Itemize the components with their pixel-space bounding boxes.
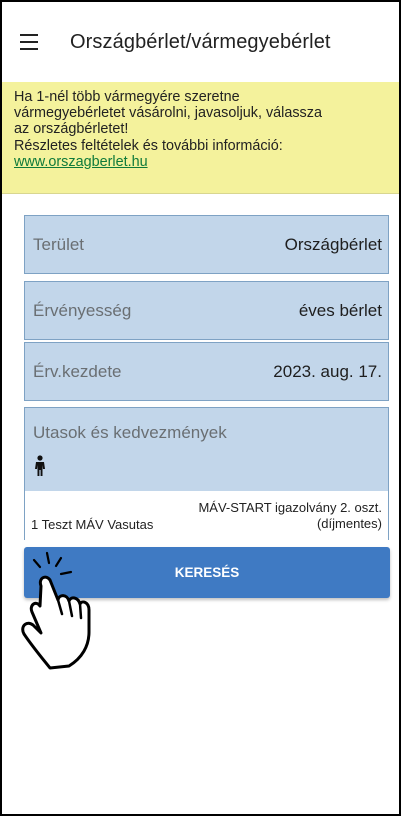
discount-line-1: MÁV-START igazolvány 2. oszt. <box>198 499 382 515</box>
validity-field[interactable]: Érvényesség éves bérlet <box>24 281 389 340</box>
tap-hand-icon <box>21 551 91 670</box>
discount-line-2: (díjmentes) <box>316 515 382 531</box>
passenger-name: 1 Teszt MÁV Vasutas <box>31 517 154 532</box>
validity-value: éves bérlet <box>298 300 382 320</box>
area-label: Terület <box>33 234 85 254</box>
orszagberlet-link[interactable]: www.orszagberlet.hu <box>14 154 148 170</box>
start-date-value: 2023. aug. 17. <box>273 361 382 381</box>
area-value: Országbérlet <box>284 234 382 254</box>
passenger-discount: MÁV-START igazolvány 2. oszt. (díjmentes… <box>198 500 382 532</box>
notice-line-2: vármegyebérletet vásárolni, javasoljuk, … <box>14 105 322 122</box>
person-icon <box>35 455 45 476</box>
page-title: Országbérlet/vármegyebérlet <box>70 30 331 53</box>
notice-line-1: Ha 1-nél több vármegyére szeretne <box>14 89 240 105</box>
app-bar: Országbérlet/vármegyebérlet <box>2 2 399 82</box>
notice-line-3: az országbérletet! <box>14 121 129 138</box>
app-screen: Országbérlet/vármegyebérlet Ha 1-nél töb… <box>0 0 401 816</box>
validity-label: Érvényesség <box>33 300 132 320</box>
passenger-row: 1 Teszt MÁV Vasutas MÁV-START igazolvány… <box>25 491 388 540</box>
start-date-field[interactable]: Érv.kezdete 2023. aug. 17. <box>24 342 389 401</box>
passengers-field[interactable]: Utasok és kedvezmények 1 Teszt MÁV Vasut… <box>24 407 389 540</box>
start-date-label: Érv.kezdete <box>33 361 122 381</box>
hamburger-menu-icon[interactable] <box>20 22 60 62</box>
notice-line-4: Részletes feltételek és további informác… <box>14 137 283 154</box>
area-field[interactable]: Terület Országbérlet <box>24 215 389 274</box>
passengers-title: Utasok és kedvezmények <box>33 423 227 442</box>
info-notice: Ha 1-nél több vármegyére szeretne vármeg… <box>2 82 399 194</box>
